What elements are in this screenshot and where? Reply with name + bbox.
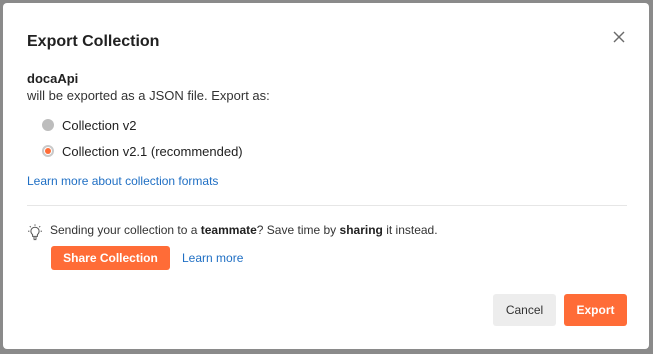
radio-option-collection-v2-1[interactable]: Collection v2.1 (recommended) — [42, 142, 243, 160]
dialog-title: Export Collection — [27, 33, 160, 50]
close-icon[interactable] — [609, 27, 629, 47]
radio-option-collection-v2[interactable]: Collection v2 — [42, 116, 136, 134]
lightbulb-icon — [28, 224, 42, 241]
export-description: will be exported as a JSON file. Export … — [27, 88, 270, 103]
tip-text-3: it instead. — [382, 223, 438, 237]
tip-text-1: Sending your collection to a — [50, 223, 201, 237]
tip-bold-sharing: sharing — [339, 223, 383, 237]
divider — [27, 205, 627, 206]
export-button[interactable]: Export — [564, 294, 627, 326]
share-tip-text: Sending your collection to a teammate? S… — [50, 223, 438, 237]
radio-unselected-icon[interactable] — [42, 119, 54, 131]
cancel-button[interactable]: Cancel — [493, 294, 556, 326]
tip-bold-teammate: teammate — [200, 223, 257, 237]
radio-label-v2-1: Collection v2.1 (recommended) — [62, 143, 243, 159]
radio-label-v2: Collection v2 — [62, 117, 137, 133]
collection-name: docaApi — [27, 71, 79, 86]
learn-more-link[interactable]: Learn more — [182, 251, 243, 265]
radio-selected-icon[interactable] — [42, 145, 54, 157]
learn-collection-formats-link[interactable]: Learn more about collection formats — [27, 174, 218, 188]
tip-text-2: ? Save time by — [256, 223, 340, 237]
share-collection-button[interactable]: Share Collection — [51, 246, 170, 270]
export-collection-dialog: Export Collection docaApi will be export… — [3, 3, 649, 349]
